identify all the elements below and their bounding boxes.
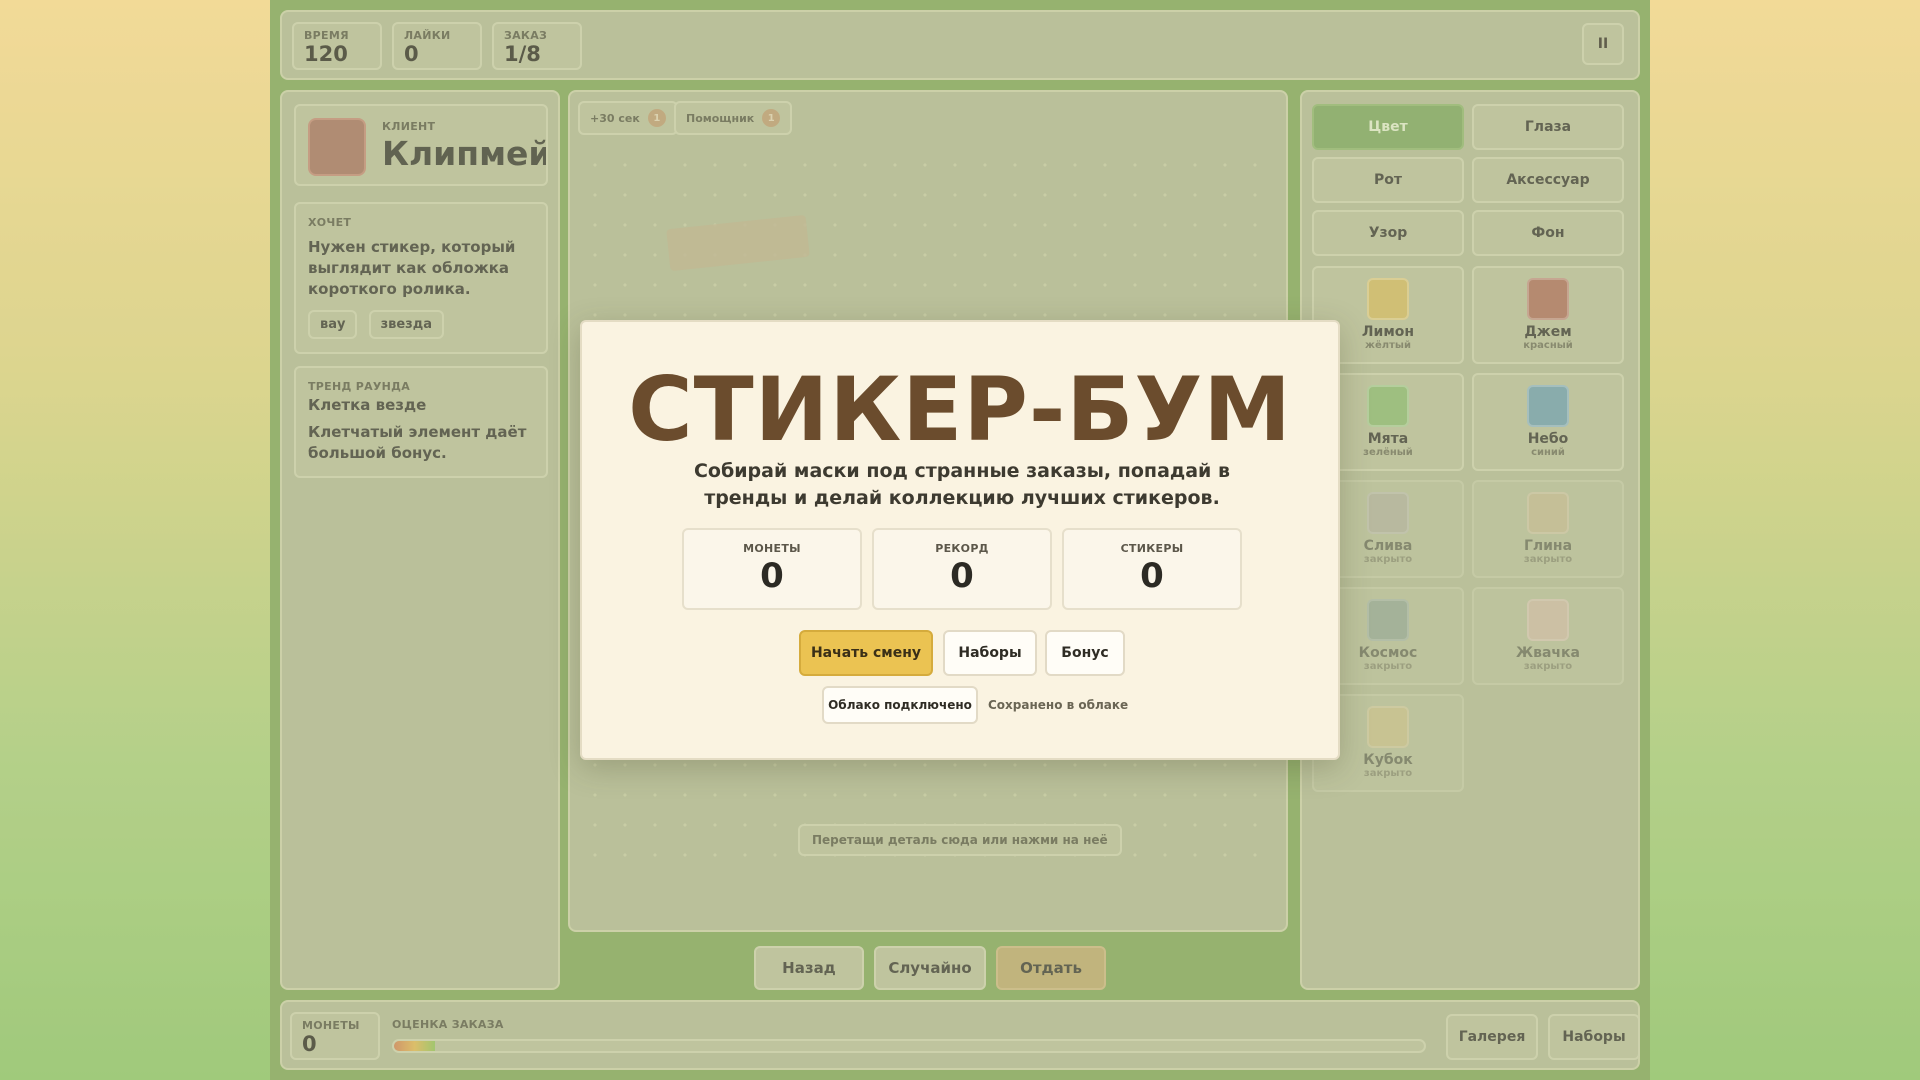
modal-coins-value: 0 [760, 556, 784, 596]
modal-record-value: 0 [950, 556, 974, 596]
modal-coins-stat: МОНЕТЫ 0 [682, 528, 862, 610]
game-title: СТИКЕР-БУМ [628, 358, 1292, 461]
modal-record-stat: РЕКОРД 0 [872, 528, 1052, 610]
modal-stickers-label: СТИКЕРЫ [1120, 542, 1184, 555]
game-subtitle: Собирай маски под странные заказы, попад… [693, 460, 1231, 509]
start-modal: СТИКЕР-БУМ Собирай маски под странные за… [580, 320, 1340, 760]
modal-coins-label: МОНЕТЫ [743, 542, 801, 555]
bonus-button[interactable]: Бонус [1045, 630, 1125, 676]
modal-record-label: РЕКОРД [935, 542, 989, 555]
modal-sets-button[interactable]: Наборы [943, 630, 1037, 676]
start-shift-button[interactable]: Начать смену [799, 630, 933, 676]
modal-stickers-value: 0 [1140, 556, 1164, 596]
cloud-status: Сохранено в облаке [988, 698, 1129, 712]
cloud-button[interactable]: Облако подключено [822, 686, 978, 724]
modal-stickers-stat: СТИКЕРЫ 0 [1062, 528, 1242, 610]
